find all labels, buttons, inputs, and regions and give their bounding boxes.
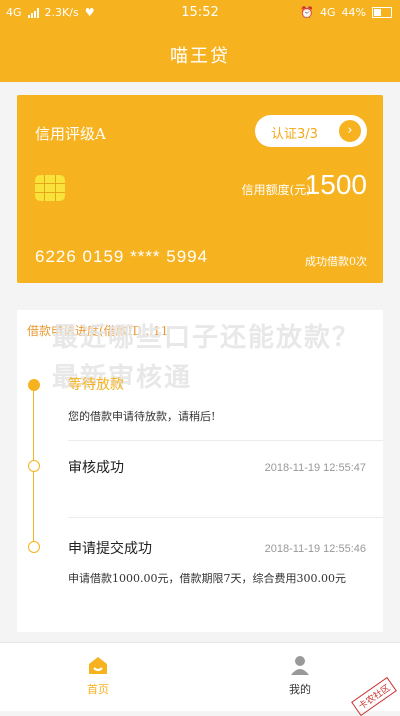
chevron-right-icon: › <box>339 120 361 142</box>
divider <box>68 517 383 518</box>
certification-label: 认证3/3 <box>271 127 318 142</box>
step-title: 等待放款 <box>68 377 124 393</box>
page-title: 喵王贷 <box>170 46 230 67</box>
battery-percent: 44% <box>341 6 366 19</box>
network-label-right: 4G <box>320 6 336 19</box>
timeline-dot <box>28 541 40 553</box>
tab-home-label: 首页 <box>87 683 109 696</box>
loan-count: 成功借款0次 <box>305 255 367 268</box>
alarm-icon: ⏰ <box>300 6 315 19</box>
timeline-dot <box>28 460 40 472</box>
app-header: 喵王贷 <box>0 26 400 82</box>
tab-mine-label: 我的 <box>289 683 311 696</box>
credit-limit-value: 1500 <box>304 169 367 200</box>
bottom-tab-bar: 首页 我的 卡农社区 <box>0 642 400 716</box>
card-number: 6226 0159 **** 5994 <box>35 247 209 266</box>
credit-limit-label: 信用额度(元) <box>241 183 311 197</box>
step-desc: 您的借款申请待放款，请稍后! <box>68 410 216 423</box>
battery-icon <box>372 7 392 18</box>
card-chip-icon <box>35 175 65 201</box>
credit-card: 信用评级A 认证3/3 › 信用额度(元) 1500 6226 0159 ***… <box>17 95 383 283</box>
certification-button[interactable]: 认证3/3 › <box>255 115 367 147</box>
user-icon <box>291 656 309 675</box>
status-bar: 4G 2.3K/s ♥ 15:52 ⏰ 4G 44% <box>0 0 400 26</box>
step-time: 2018-11-19 12:55:47 <box>264 462 366 474</box>
step-title: 审核成功 <box>68 460 124 476</box>
step-time: 2018-11-19 12:55:46 <box>264 543 366 555</box>
step-title: 申请提交成功 <box>68 541 152 557</box>
step-desc: 申请借款1000.00元，借款期限7天，综合费用300.00元 <box>68 572 346 585</box>
credit-rating: 信用评级A <box>35 125 106 143</box>
corner-badge: 卡农社区 <box>351 676 397 716</box>
divider <box>68 440 383 441</box>
tab-home[interactable]: 首页 <box>58 651 138 697</box>
tab-mine[interactable]: 我的 <box>260 651 340 697</box>
timeline-dot-active <box>28 379 40 391</box>
home-icon <box>89 657 107 674</box>
